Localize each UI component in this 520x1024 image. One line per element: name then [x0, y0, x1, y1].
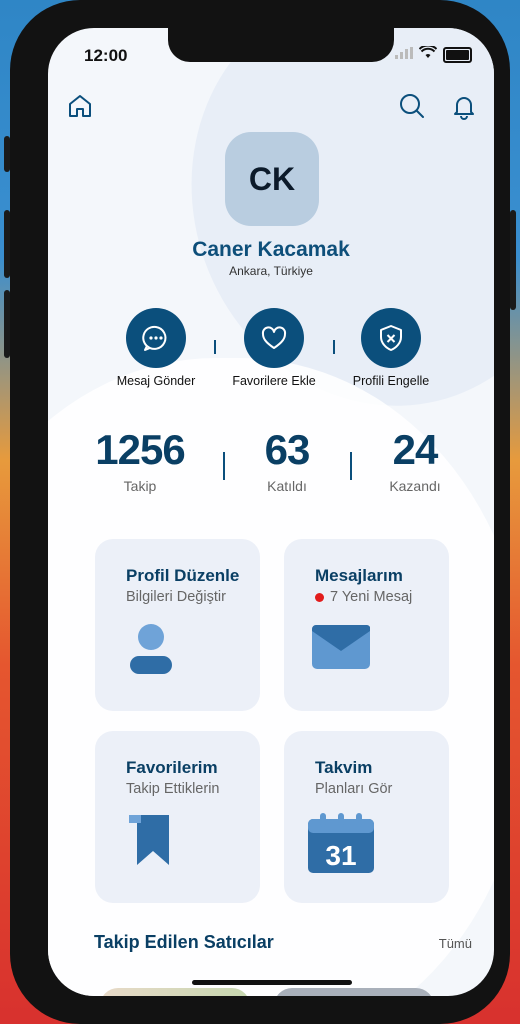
- calendar-subtitle: Planları Gör: [315, 781, 393, 797]
- stat-follow-label: Takip: [123, 478, 157, 494]
- messages-title: Mesajlarım: [315, 566, 403, 585]
- home-icon[interactable]: [66, 92, 96, 122]
- seller-thumbnail[interactable]: [274, 988, 434, 996]
- chat-icon: [142, 325, 167, 351]
- calendar-card[interactable]: Takvim Planları Gör 31: [284, 731, 449, 903]
- messages-subtitle-row: 7 Yeni Mesaj: [315, 589, 412, 605]
- see-all-link[interactable]: Tümü: [439, 936, 472, 951]
- avatar-initials: CK: [248, 160, 296, 197]
- stat-won-label: Kazandı: [389, 478, 441, 494]
- favorites-card[interactable]: Favorilerim Takip Ettiklerin: [95, 731, 260, 903]
- stat-won-value: 24: [392, 426, 439, 473]
- search-icon[interactable]: [398, 92, 428, 122]
- stat-won: 24 Kazandı: [345, 426, 485, 494]
- send-message-button[interactable]: Mesaj Gönder: [96, 308, 216, 388]
- stat-follow: 1256 Takip: [70, 426, 210, 494]
- send-message-label: Mesaj Gönder: [116, 374, 196, 388]
- add-favorite-circle[interactable]: [244, 308, 304, 368]
- bell-icon[interactable]: [450, 92, 480, 122]
- status-icons: [395, 44, 472, 64]
- block-profile-circle[interactable]: [361, 308, 421, 368]
- block-profile-label: Profili Engelle: [352, 374, 430, 388]
- stat-joined: 63 Katıldı: [217, 426, 357, 494]
- favorites-title: Favorilerim: [126, 758, 218, 777]
- edit-profile-subtitle: Bilgileri Değiştir: [126, 589, 226, 605]
- calendar-day: 31: [325, 840, 356, 871]
- send-message-circle[interactable]: [126, 308, 186, 368]
- add-favorite-button[interactable]: Favorilere Ekle: [214, 308, 334, 388]
- edit-profile-title: Profil Düzenle: [126, 566, 240, 585]
- shield-block-icon: [380, 325, 402, 351]
- messages-card[interactable]: Mesajlarım 7 Yeni Mesaj: [284, 539, 449, 711]
- messages-subtitle: 7 Yeni Mesaj: [330, 589, 413, 605]
- profile-name: Caner Kacamak: [192, 238, 350, 261]
- power-button: [510, 210, 516, 310]
- stat-joined-label: Katıldı: [267, 478, 307, 494]
- volume-up-button: [4, 210, 10, 278]
- wifi-icon: [418, 44, 438, 64]
- avatar: CK: [225, 132, 319, 226]
- notch: [168, 28, 394, 62]
- app-screen: 12:00 CK Caner Kacamak Ankara, Türkiye M…: [48, 28, 494, 996]
- bookmark-icon: [127, 813, 179, 874]
- silent-switch: [4, 136, 10, 172]
- profile-location: Ankara, Türkiye: [229, 264, 313, 278]
- block-profile-button[interactable]: Profili Engelle: [331, 308, 451, 388]
- home-indicator: [192, 980, 352, 985]
- phone-frame: 12:00 CK Caner Kacamak Ankara, Türkiye M…: [4, 0, 516, 1024]
- calendar-title: Takvim: [315, 758, 373, 777]
- new-message-dot: [315, 592, 324, 602]
- heart-icon: [261, 326, 287, 349]
- favorites-subtitle: Takip Ettiklerin: [126, 781, 220, 797]
- stat-follow-value: 1256: [95, 426, 185, 473]
- edit-profile-card[interactable]: Profil Düzenle Bilgileri Değiştir: [95, 539, 260, 711]
- add-favorite-label: Favorilere Ekle: [232, 374, 316, 388]
- battery-icon: [443, 47, 472, 63]
- seller-thumbnail[interactable]: [100, 988, 250, 996]
- stat-joined-value: 63: [264, 426, 311, 473]
- followed-sellers-title: Takip Edilen Satıcılar: [94, 932, 274, 952]
- volume-down-button: [4, 290, 10, 358]
- status-time: 12:00: [84, 46, 128, 65]
- signal-icon: [395, 46, 413, 64]
- calendar-icon: 31: [306, 813, 376, 880]
- user-icon: [123, 621, 179, 682]
- envelope-icon: [310, 621, 372, 682]
